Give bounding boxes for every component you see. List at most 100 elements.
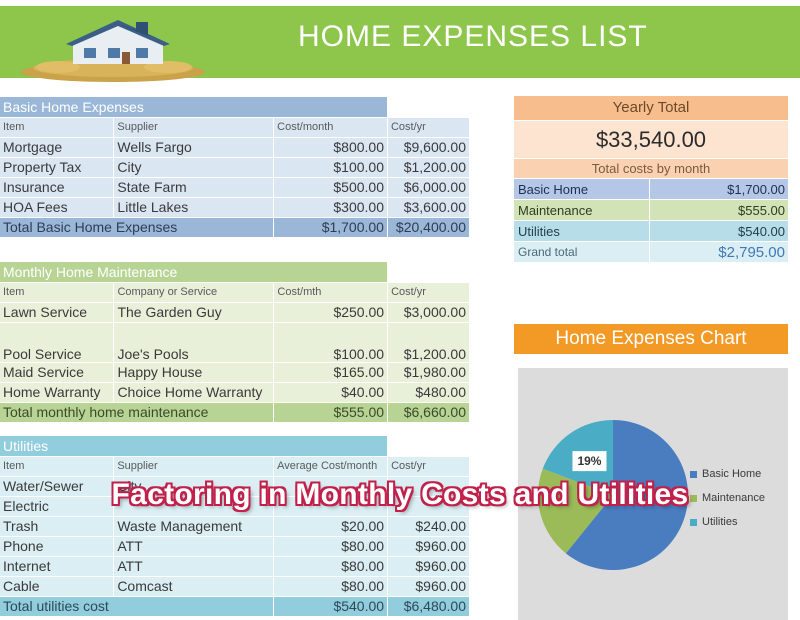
cell-supplier[interactable]: Waste Management bbox=[113, 516, 275, 537]
cell-cost-month[interactable]: $165.00 bbox=[273, 362, 389, 383]
yearly-summary: Yearly Total $33,540.00 Total costs by m… bbox=[514, 96, 788, 262]
cell-item[interactable]: Phone bbox=[0, 536, 115, 557]
cell-cost-month[interactable]: $250.00 bbox=[273, 302, 389, 323]
summary-label: Utilities bbox=[514, 221, 650, 241]
total-cost-yr[interactable]: $6,660.00 bbox=[387, 402, 470, 423]
cell-supplier[interactable]: Little Lakes bbox=[113, 197, 275, 218]
total-row: Total monthly home maintenance $555.00 $… bbox=[0, 402, 470, 423]
cell-cost-month[interactable]: $20.00 bbox=[273, 516, 389, 537]
table-row: Internet ATT $80.00 $960.00 bbox=[0, 556, 470, 577]
col-header: Cost/yr bbox=[387, 282, 470, 303]
table-row: Lawn Service The Garden Guy $250.00 $3,0… bbox=[0, 302, 470, 323]
maintenance-table: Monthly Home Maintenance Item Company or… bbox=[0, 262, 470, 423]
cell-company[interactable]: The Garden Guy bbox=[113, 302, 275, 323]
cell-cost-month[interactable]: $100.00 bbox=[273, 157, 388, 178]
cell-supplier[interactable]: Wells Fargo bbox=[113, 137, 275, 158]
table-row: HOA Fees Little Lakes $300.00 $3,600.00 bbox=[0, 197, 471, 218]
total-cost-month[interactable]: $555.00 bbox=[273, 402, 389, 423]
grand-total-label: Grand total bbox=[514, 242, 650, 262]
grand-total-value[interactable]: $2,795.00 bbox=[650, 242, 788, 262]
col-header: Company or Service bbox=[113, 282, 275, 303]
col-header: Cost/yr bbox=[387, 117, 471, 138]
cell-item[interactable]: Home Warranty bbox=[0, 382, 115, 403]
legend-swatch bbox=[690, 518, 697, 526]
cell-item[interactable]: Trash bbox=[0, 516, 115, 537]
col-header: Cost/month bbox=[273, 117, 388, 138]
cell-cost-yr[interactable]: $6,000.00 bbox=[387, 177, 471, 198]
summary-row-basic: Basic Home $1,700.00 bbox=[514, 178, 788, 199]
total-label: Total utilities cost bbox=[0, 596, 275, 617]
total-row: Total utilities cost $540.00 $6,480.00 bbox=[0, 596, 470, 617]
house-on-coins-icon bbox=[21, 20, 205, 82]
cell-item[interactable]: Mortgage bbox=[0, 137, 115, 158]
maintenance-title: Monthly Home Maintenance bbox=[0, 262, 389, 283]
summary-label: Maintenance bbox=[514, 200, 650, 220]
cell-cost-yr[interactable]: $1,200.00 bbox=[387, 157, 471, 178]
summary-value[interactable]: $540.00 bbox=[650, 221, 788, 241]
cell-cost-yr[interactable]: $1,200.00 bbox=[387, 322, 470, 363]
cell-company[interactable]: Joe's Pools bbox=[113, 322, 275, 363]
cell-item[interactable]: Internet bbox=[0, 556, 115, 577]
cell-cost-month[interactable]: $80.00 bbox=[273, 536, 389, 557]
cell-cost-month[interactable]: $500.00 bbox=[273, 177, 388, 198]
cell-cost-yr[interactable]: $960.00 bbox=[387, 576, 470, 597]
cell-cost-month[interactable]: $80.00 bbox=[273, 556, 389, 577]
cell-cost-yr[interactable]: $3,000.00 bbox=[387, 302, 470, 323]
table-row: Mortgage Wells Fargo $800.00 $9,600.00 bbox=[0, 137, 471, 158]
cell-item[interactable]: Lawn Service bbox=[0, 302, 115, 323]
cell-cost-month[interactable]: $100.00 bbox=[273, 322, 389, 363]
col-header: Supplier bbox=[113, 117, 275, 138]
cell-company[interactable]: Choice Home Warranty bbox=[113, 382, 275, 403]
cell-supplier[interactable]: ATT bbox=[113, 556, 275, 577]
total-cost-yr[interactable]: $6,480.00 bbox=[387, 596, 470, 617]
cell-item[interactable]: Property Tax bbox=[0, 157, 115, 178]
total-cost-month[interactable]: $1,700.00 bbox=[273, 217, 388, 238]
col-header: Average Cost/month bbox=[273, 456, 389, 477]
cell-supplier[interactable]: City bbox=[113, 157, 275, 178]
total-row: Total Basic Home Expenses $1,700.00 $20,… bbox=[0, 217, 471, 238]
summary-row-grand-total: Grand total $2,795.00 bbox=[514, 241, 788, 262]
cell-cost-yr[interactable]: $240.00 bbox=[387, 516, 470, 537]
col-header: Item bbox=[0, 282, 115, 303]
cell-supplier[interactable]: State Farm bbox=[113, 177, 275, 198]
cell-cost-yr[interactable]: $3,600.00 bbox=[387, 197, 471, 218]
summary-value[interactable]: $1,700.00 bbox=[650, 179, 788, 199]
header-banner: HOME EXPENSES LIST bbox=[0, 0, 800, 82]
legend-swatch bbox=[690, 470, 697, 478]
cell-cost-month[interactable]: $40.00 bbox=[273, 382, 389, 403]
pie-data-label: 19% bbox=[577, 454, 601, 468]
total-cost-yr[interactable]: $20,400.00 bbox=[387, 217, 471, 238]
cell-cost-yr[interactable]: $1,980.00 bbox=[387, 362, 470, 383]
cell-item[interactable]: Cable bbox=[0, 576, 115, 597]
basic-expenses-table: Basic Home Expenses Item Supplier Cost/m… bbox=[0, 97, 471, 238]
cell-cost-yr[interactable]: $960.00 bbox=[387, 556, 470, 577]
cell-cost-yr[interactable]: $960.00 bbox=[387, 536, 470, 557]
cell-item[interactable]: Maid Service bbox=[0, 362, 115, 383]
overlay-caption: Factoring in Monthly Costs and Utilities bbox=[111, 478, 689, 511]
total-cost-month[interactable]: $540.00 bbox=[273, 596, 389, 617]
cell-cost-month[interactable]: $300.00 bbox=[273, 197, 388, 218]
cell-item[interactable]: HOA Fees bbox=[0, 197, 115, 218]
cell-supplier[interactable]: Comcast bbox=[113, 576, 275, 597]
cell-item[interactable]: Pool Service bbox=[0, 322, 115, 363]
utilities-table: Utilities Item Supplier Average Cost/mon… bbox=[0, 436, 470, 617]
utilities-title: Utilities bbox=[0, 436, 389, 457]
page-title: HOME EXPENSES LIST bbox=[298, 20, 648, 53]
summary-label: Basic Home bbox=[514, 179, 650, 199]
cell-item[interactable]: Insurance bbox=[0, 177, 115, 198]
col-header: Cost/yr bbox=[387, 456, 470, 477]
cell-cost-month[interactable]: $80.00 bbox=[273, 576, 389, 597]
summary-value[interactable]: $555.00 bbox=[650, 200, 788, 220]
summary-row-maintenance: Maintenance $555.00 bbox=[514, 199, 788, 220]
cell-cost-yr[interactable]: $9,600.00 bbox=[387, 137, 471, 158]
cell-supplier[interactable]: ATT bbox=[113, 536, 275, 557]
monthly-costs-heading: Total costs by month bbox=[514, 158, 788, 178]
cell-cost-month[interactable]: $800.00 bbox=[273, 137, 388, 158]
col-header: Item bbox=[0, 456, 115, 477]
yearly-total-value[interactable]: $33,540.00 bbox=[514, 120, 788, 158]
cell-company[interactable]: Happy House bbox=[113, 362, 275, 383]
cell-cost-yr[interactable]: $480.00 bbox=[387, 382, 470, 403]
summary-row-utilities: Utilities $540.00 bbox=[514, 220, 788, 241]
legend-item-utilities: Utilities bbox=[690, 510, 765, 534]
table-row: Phone ATT $80.00 $960.00 bbox=[0, 536, 470, 557]
